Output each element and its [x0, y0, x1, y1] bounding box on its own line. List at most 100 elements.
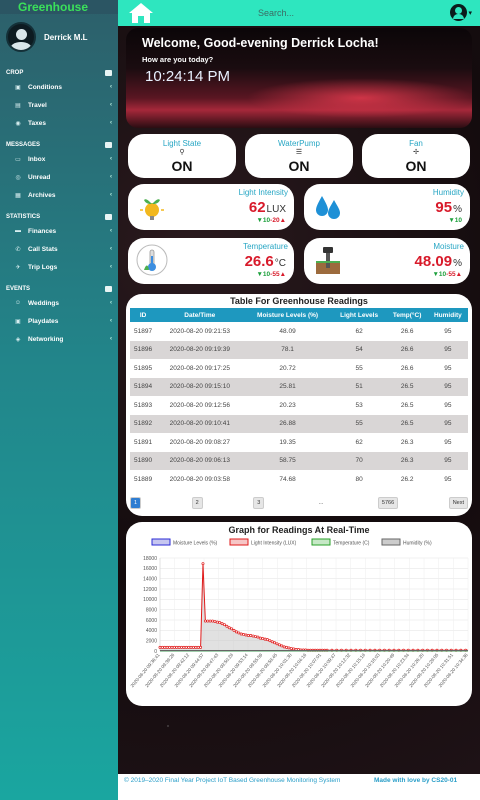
table-title: Table For Greenhouse Readings — [230, 296, 368, 306]
light-point — [261, 637, 265, 641]
sidebar-item-networking[interactable]: ◈ Networking ‹ — [0, 330, 118, 348]
sensor-title: Humidity — [432, 188, 464, 197]
chevron-left-icon: ‹ — [110, 336, 112, 342]
light-point — [211, 619, 214, 623]
users-icon: ☺ — [14, 300, 22, 306]
state-value: ON — [288, 158, 310, 174]
sensor-range: ▼10 — [448, 217, 462, 224]
table-cell: 95 — [427, 377, 468, 396]
table-row: 51891 2020-08-20 09:08:27 19.35 62 26.3 95 — [130, 433, 468, 452]
sidebar-item-travel[interactable]: ▤ Travel ‹ — [0, 96, 118, 114]
search-input[interactable]: Search... — [258, 8, 294, 18]
sidebar-item-conditions[interactable]: ▣ Conditions ‹ — [0, 78, 118, 96]
sidebar-item-finances[interactable]: ▬ Finances ‹ — [0, 222, 118, 240]
light-point — [239, 632, 243, 636]
page-button[interactable]: 3 — [253, 496, 265, 509]
table-cell: 26.3 — [400, 438, 414, 446]
sensor-value: 95% — [435, 199, 462, 216]
table-cell: 26.88 — [243, 414, 332, 433]
light-state-card: Light State ⚲ ON — [128, 134, 236, 178]
page-button[interactable]: 1 — [130, 496, 142, 509]
table-cell: 2020-08-20 09:08:27 — [169, 438, 230, 446]
sidebar-item-taxes[interactable]: ◉ Taxes ‹ — [0, 114, 118, 132]
profile-name: Derrick M.L — [44, 32, 88, 42]
soil-probe-icon — [316, 247, 340, 274]
page-button[interactable]: 5766 — [377, 496, 399, 509]
sensor-title: Light Intensity — [238, 188, 288, 197]
thermometer-icon — [136, 244, 168, 276]
main-content: Welcome, Good-evening Derrick Locha! How… — [118, 26, 480, 774]
legend-swatch — [311, 538, 331, 546]
readings-table-card: Table For Greenhouse Readings ID Date/Tim… — [126, 294, 472, 516]
user-menu[interactable]: ▾ — [450, 4, 472, 21]
light-point — [225, 624, 229, 628]
light-point — [206, 619, 210, 623]
footer-copyright: © 2019–2020 Final Year Project IoT Based… — [124, 777, 341, 784]
chevron-left-icon: ‹ — [110, 192, 112, 198]
legend-label: Light Intensity (LUX) — [251, 541, 297, 547]
sidebar-item-playdates[interactable]: ▣ Playdates ‹ — [0, 312, 118, 330]
light-point — [265, 638, 269, 642]
state-title: Light State — [162, 139, 202, 148]
chevron-down-icon: ▾ — [468, 9, 472, 17]
table-row: 51894 2020-08-20 09:15:10 25.81 51 26.5 95 — [130, 377, 468, 396]
table-cell: 26.3 — [386, 451, 428, 470]
table-cell: 62 — [355, 327, 363, 335]
archive-icon: ▦ — [15, 192, 21, 199]
column-header[interactable]: Light Levels — [331, 308, 387, 322]
sidebar-item-call-stats[interactable]: ✆ Call Stats ‹ — [0, 240, 118, 258]
light-point — [268, 639, 272, 643]
table-cell: 26.6 — [400, 327, 414, 335]
avatar — [6, 22, 36, 52]
table-cell: 95 — [444, 327, 452, 335]
page-button[interactable]: 2 — [191, 496, 203, 509]
section-crop: CROP — [0, 68, 118, 78]
brand-logo[interactable]: Greenhouse — [0, 0, 118, 14]
light-point — [170, 645, 174, 649]
pagination: 1 2 3... 5766 Next — [126, 496, 472, 509]
table-cell: 51891 — [134, 438, 153, 446]
column-header[interactable]: ID — [130, 308, 157, 322]
table-cell: 2020-08-20 09:10:41 — [156, 414, 244, 433]
welcome-greeting: Welcome, Good-evening Derrick Locha! — [142, 36, 379, 50]
home-icon[interactable] — [128, 2, 154, 24]
sensor-range: ▼10-55▲ — [256, 271, 286, 278]
table-cell: 25.81 — [243, 377, 332, 396]
stats-icon — [105, 214, 112, 220]
column-header[interactable]: Moisture Levels (%) — [243, 308, 332, 322]
column-header[interactable]: Humidity — [427, 308, 468, 322]
next-page-button[interactable]: Next — [448, 496, 468, 509]
table-cell: 51894 — [130, 377, 157, 396]
table-cell: 19.35 — [279, 438, 296, 446]
network-icon: ◈ — [15, 336, 21, 343]
column-header[interactable]: Temp(°C) — [386, 308, 428, 322]
light-point — [273, 641, 277, 645]
section-events: EVENTS — [0, 284, 118, 294]
profile[interactable]: Derrick M.L — [0, 14, 118, 60]
table-row: 51890 2020-08-20 09:06:13 58.75 70 26.3 95 — [130, 451, 468, 470]
sidebar-item-weddings[interactable]: ☺ Weddings ‹ — [0, 294, 118, 312]
chart-icon: ▤ — [15, 102, 21, 109]
light-point — [256, 635, 260, 639]
sensor-title: Moisture — [433, 242, 464, 251]
sidebar-item-inbox[interactable]: ▭ Inbox ‹ — [0, 150, 118, 168]
state-title: WaterPump — [278, 139, 320, 148]
footer: © 2019–2020 Final Year Project IoT Based… — [118, 774, 480, 800]
sidebar-item-trip-logs[interactable]: ✈ Trip Logs ‹ — [0, 258, 118, 276]
sidebar-item-unread[interactable]: ◎ Unread ‹ — [0, 168, 118, 186]
column-header[interactable]: Date/Time — [156, 308, 244, 322]
x-tick-label: 2020-08-20 10:34:36 — [438, 652, 470, 688]
game-icon: ▣ — [15, 318, 21, 325]
legend-swatch — [229, 538, 249, 546]
sidebar-item-archives[interactable]: ▦ Archives ‹ — [0, 186, 118, 204]
light-point — [223, 623, 226, 627]
light-point — [263, 637, 267, 641]
table-cell: 51889 — [134, 475, 153, 483]
state-value: ON — [405, 158, 427, 174]
plane-icon: ✈ — [15, 264, 21, 271]
table-cell: 51892 — [130, 414, 157, 433]
light-point — [220, 622, 224, 626]
chevron-left-icon: ‹ — [110, 228, 112, 234]
table-cell: 78.1 — [243, 340, 332, 359]
money-icon: ▬ — [15, 228, 21, 234]
